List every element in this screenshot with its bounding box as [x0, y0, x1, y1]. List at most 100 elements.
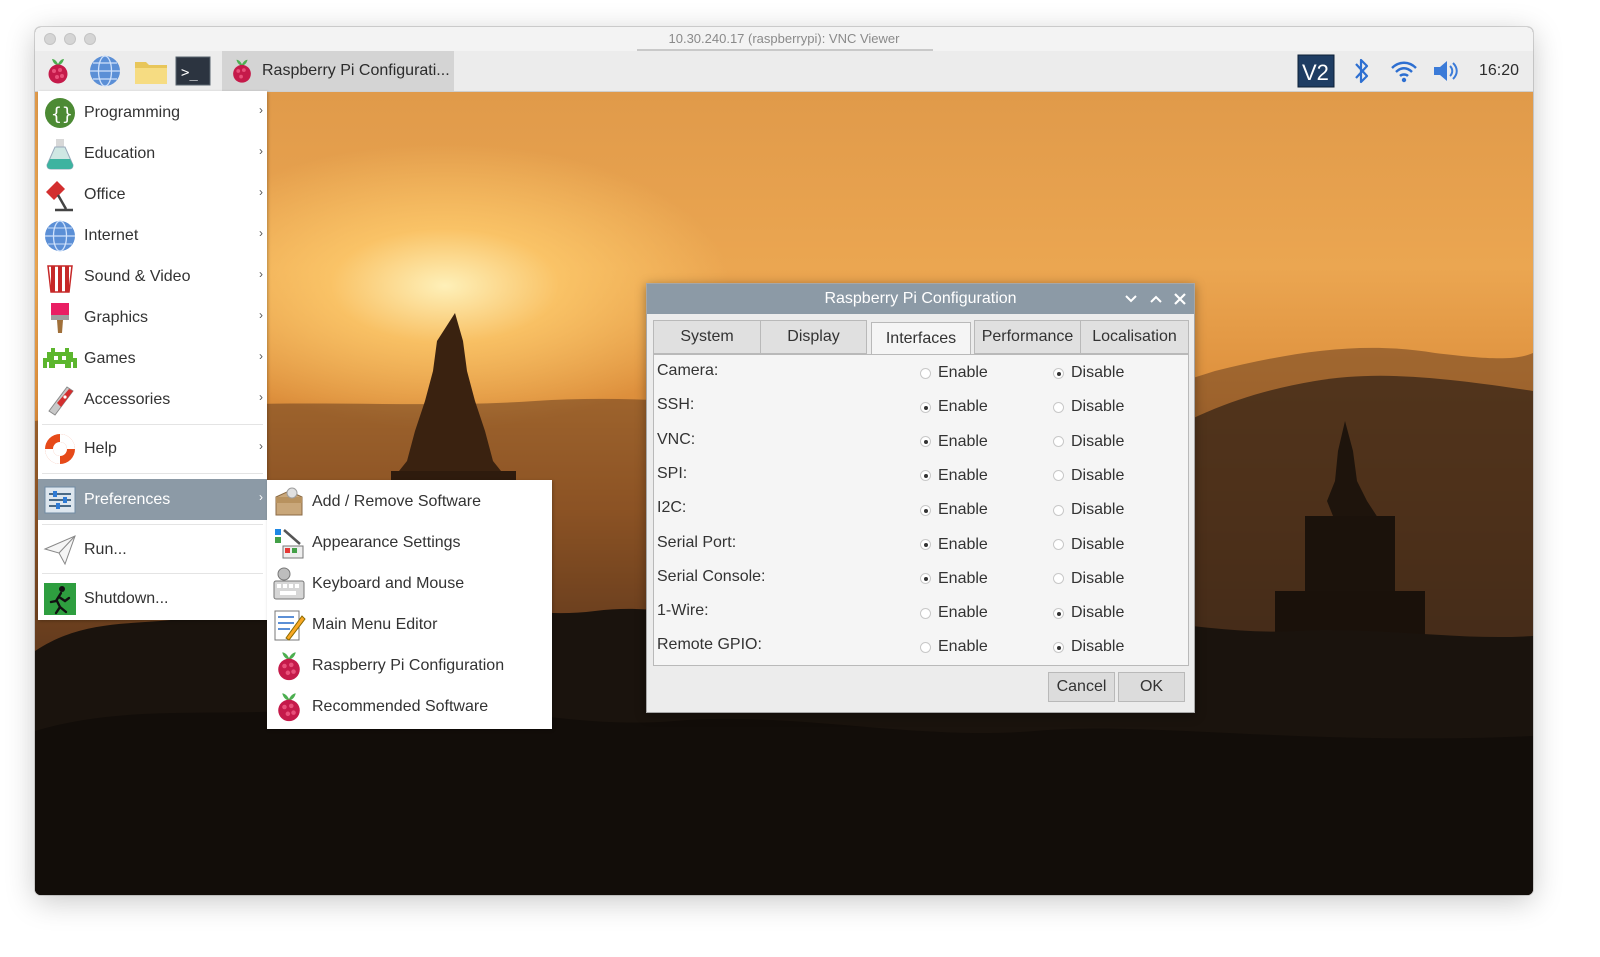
menu-item-internet[interactable]: Internet › — [38, 215, 267, 256]
radio-button[interactable] — [1053, 641, 1064, 653]
menu-item-programming[interactable]: {} Programming › — [38, 92, 267, 133]
bluetooth-tray-button[interactable] — [1349, 55, 1375, 87]
radio-label: Disable — [1071, 432, 1125, 450]
radio-enable[interactable]: Enable — [920, 433, 988, 451]
menu-item-preferences[interactable]: Preferences › — [38, 479, 267, 520]
radio-button[interactable] — [1053, 436, 1064, 448]
tab-interfaces[interactable]: Interfaces — [871, 322, 971, 355]
radio-button[interactable] — [1053, 573, 1064, 585]
radio-disable[interactable]: Disable — [1053, 501, 1124, 519]
submenu-item-recommended-software[interactable]: Recommended Software — [267, 686, 552, 727]
svg-text:>_: >_ — [181, 65, 198, 81]
radio-label: Enable — [938, 432, 988, 450]
office-icon — [46, 180, 73, 211]
menu-label: Sound & Video — [84, 267, 191, 285]
menu-item-accessories[interactable]: Accessories › — [38, 379, 267, 420]
submenu-item-main-menu-editor[interactable]: Main Menu Editor — [267, 604, 552, 645]
minimize-dialog-button[interactable] — [1120, 288, 1142, 310]
radio-button[interactable] — [920, 539, 931, 550]
tab-localisation[interactable]: Localisation — [1080, 320, 1189, 354]
radio-label: Disable — [1071, 466, 1125, 484]
vnc-server-tray-button[interactable]: V2 — [1297, 54, 1335, 88]
vnc-viewer-window: 10.30.240.17 (raspberrypi): VNC Viewer >… — [35, 27, 1533, 895]
interface-row: Remote GPIO: Enable Disable — [654, 629, 1188, 663]
dialog-title: Raspberry Pi Configuration — [824, 290, 1017, 307]
radio-button[interactable] — [920, 573, 931, 585]
clock[interactable]: 16:20 — [1479, 62, 1519, 80]
submenu-arrow-icon: › — [259, 267, 263, 281]
dialog-titlebar[interactable]: Raspberry Pi Configuration — [647, 284, 1194, 314]
menu-item-graphics[interactable]: Graphics › — [38, 297, 267, 338]
svg-text:{}: {} — [51, 104, 73, 125]
menu-launcher-button[interactable] — [41, 55, 75, 87]
menu-item-office[interactable]: Office › — [38, 174, 267, 215]
radio-button[interactable] — [1053, 470, 1064, 482]
ok-button[interactable]: OK — [1118, 672, 1185, 702]
submenu-item-appearance-settings[interactable]: Appearance Settings — [267, 522, 552, 563]
keyboard-icon — [273, 567, 305, 599]
radio-enable[interactable]: Enable — [920, 570, 988, 588]
radio-disable[interactable]: Disable — [1053, 467, 1124, 485]
radio-enable[interactable]: Enable — [920, 536, 988, 554]
radio-button[interactable] — [920, 470, 931, 482]
radio-button[interactable] — [920, 367, 931, 379]
popcorn-icon — [47, 264, 73, 293]
radio-button[interactable] — [920, 436, 931, 448]
radio-button[interactable] — [920, 504, 931, 516]
radio-button[interactable] — [1053, 504, 1064, 516]
radio-button[interactable] — [1053, 607, 1064, 619]
submenu-label: Recommended Software — [312, 697, 489, 715]
radio-label: Disable — [1071, 604, 1125, 622]
web-browser-button[interactable] — [85, 55, 125, 87]
radio-disable[interactable]: Disable — [1053, 364, 1124, 382]
radio-button[interactable] — [1053, 367, 1064, 379]
terminal-button[interactable]: >_ — [173, 55, 213, 87]
menu-item-help[interactable]: Help › — [38, 428, 267, 469]
radio-disable[interactable]: Disable — [1053, 638, 1124, 656]
radio-disable[interactable]: Disable — [1053, 398, 1124, 416]
radio-label: Disable — [1071, 569, 1125, 587]
menu-item-sound-video[interactable]: Sound & Video › — [38, 256, 267, 297]
radio-disable[interactable]: Disable — [1053, 536, 1124, 554]
radio-enable[interactable]: Enable — [920, 604, 988, 622]
interface-row: SSH: Enable Disable — [654, 389, 1188, 423]
radio-enable[interactable]: Enable — [920, 398, 988, 416]
menu-label: Games — [84, 349, 136, 367]
radio-button[interactable] — [1053, 401, 1064, 413]
radio-disable[interactable]: Disable — [1053, 570, 1124, 588]
globe-icon — [90, 55, 120, 87]
radio-button[interactable] — [920, 641, 931, 653]
radio-disable[interactable]: Disable — [1053, 433, 1124, 451]
menu-item-run[interactable]: Run... — [38, 529, 267, 570]
interface-label: SPI: — [657, 464, 688, 482]
taskbar-task-raspi-config[interactable]: Raspberry Pi Configurati... — [222, 51, 454, 91]
maximize-dialog-button[interactable] — [1145, 288, 1167, 310]
radio-button[interactable] — [920, 401, 931, 413]
radio-disable[interactable]: Disable — [1053, 604, 1124, 622]
submenu-arrow-icon: › — [259, 103, 263, 117]
file-manager-button[interactable] — [131, 55, 171, 87]
radio-button[interactable] — [1053, 539, 1064, 550]
menu-item-shutdown[interactable]: Shutdown... — [38, 578, 267, 619]
wifi-tray-button[interactable] — [1387, 55, 1421, 87]
radio-label: Enable — [938, 569, 988, 587]
menu-item-education[interactable]: Education › — [38, 133, 267, 174]
tab-system[interactable]: System — [653, 320, 761, 354]
radio-button[interactable] — [920, 607, 931, 619]
volume-tray-button[interactable] — [1429, 55, 1463, 87]
radio-enable[interactable]: Enable — [920, 467, 988, 485]
raspberry-icon — [48, 59, 68, 84]
submenu-item-keyboard-mouse[interactable]: Keyboard and Mouse — [267, 563, 552, 604]
interface-label: Camera: — [657, 362, 719, 379]
radio-enable[interactable]: Enable — [920, 638, 988, 656]
cancel-button[interactable]: Cancel — [1048, 672, 1115, 702]
submenu-item-add-remove-software[interactable]: Add / Remove Software — [267, 481, 552, 522]
tab-performance[interactable]: Performance — [974, 320, 1081, 354]
close-dialog-button[interactable] — [1169, 288, 1191, 310]
menu-label: Internet — [84, 226, 139, 244]
radio-enable[interactable]: Enable — [920, 364, 988, 382]
radio-enable[interactable]: Enable — [920, 501, 988, 519]
submenu-item-raspberry-pi-configuration[interactable]: Raspberry Pi Configuration — [267, 645, 552, 686]
tab-display[interactable]: Display — [760, 320, 867, 354]
menu-item-games[interactable]: Games › — [38, 338, 267, 379]
